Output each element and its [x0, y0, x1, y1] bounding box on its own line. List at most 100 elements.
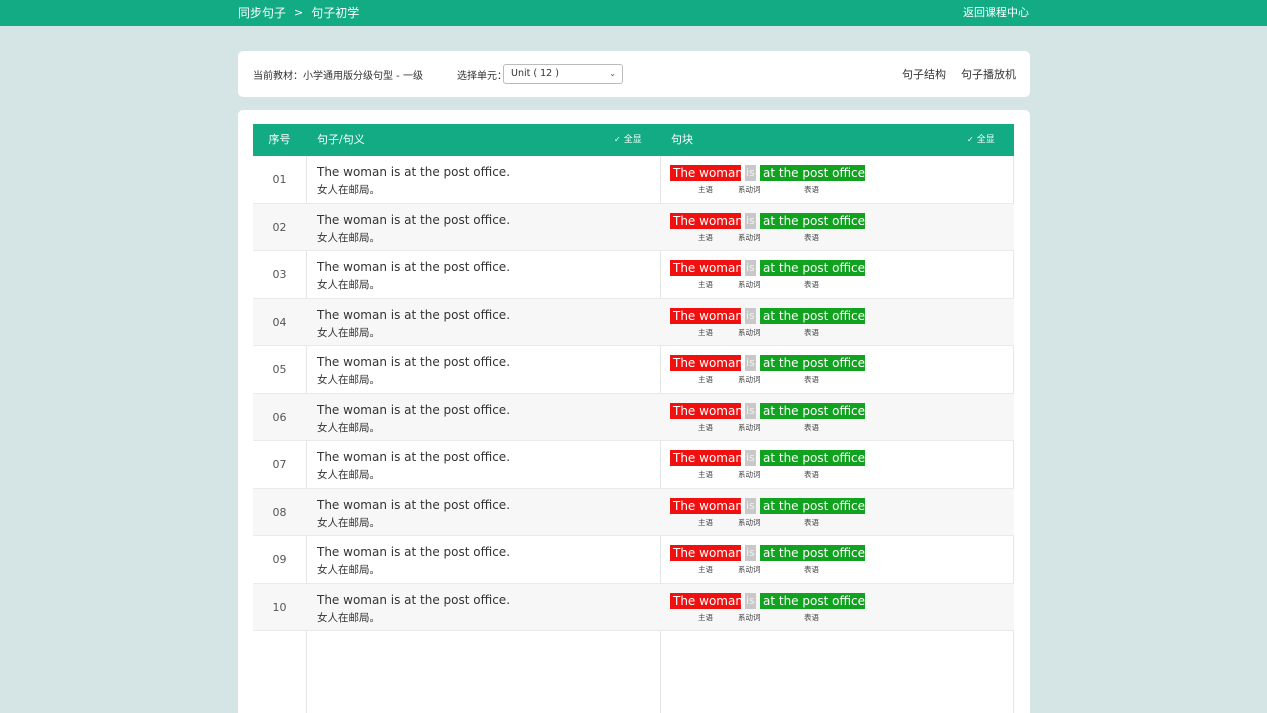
tag-subject: 主语 [698, 517, 713, 527]
tag-linking-verb: 系动词 [738, 327, 761, 337]
chunk-predicative[interactable]: at the post office. [760, 450, 869, 466]
table-row: 06 The woman is at the post office. 女人在邮局。… [253, 393, 1014, 441]
table-row: 08 The woman is at the post office. 女人在邮局。… [253, 488, 1014, 536]
unit-select-value: Unit ( 12 ) [511, 68, 559, 79]
chunk-predicative[interactable]: at the post office. [760, 165, 869, 181]
tag-predicative: 表语 [804, 327, 819, 337]
row-number: 10 [272, 600, 287, 614]
chunk-predicative[interactable]: at the post office. [760, 402, 869, 419]
chunk-subject[interactable]: The woman [670, 402, 743, 419]
table-row: 04 The woman is at the post office. 女人在邮局。… [253, 298, 1014, 346]
chunk-linking-verb[interactable]: is [745, 592, 756, 609]
table-row: 05 The woman is at the post office. 女人在邮局。… [253, 346, 1014, 394]
tag-subject: 主语 [698, 327, 713, 337]
chunk-predicative[interactable]: at the post office. [760, 212, 869, 229]
tag-subject: 主语 [698, 280, 713, 289]
sentence-chinese: 女人在邮局。 [317, 421, 380, 434]
sentence-english[interactable]: The woman is at the post office. [317, 165, 510, 179]
tag-predicative: 表语 [804, 375, 819, 384]
row-number: 02 [272, 220, 287, 234]
row-number: 04 [272, 315, 287, 329]
sentence-english[interactable]: The woman is at the post office. [317, 260, 510, 274]
sentence-english[interactable]: The woman is at the post office. [317, 450, 510, 464]
sentence-chinese: 女人在邮局。 [317, 326, 380, 339]
table-header: 序号 句子/句义 ✓ 全显 句块 ✓ 全显 [253, 124, 1014, 156]
table-row: 03 The woman is at the post office. 女人在邮局。… [253, 251, 1014, 299]
chunk-linking-verb[interactable]: is [745, 402, 756, 419]
textbook-label: 当前教材： [253, 71, 303, 82]
chunk-linking-verb[interactable]: is [745, 307, 756, 324]
tag-predicative: 表语 [804, 422, 819, 432]
chunk-subject[interactable]: The woman [670, 165, 743, 181]
breadcrumb-current: 句子初学 [311, 6, 360, 20]
chunk-predicative[interactable]: at the post office. [760, 260, 869, 276]
sentence-table: 序号 句子/句义 ✓ 全显 句块 ✓ 全显 01 The woman is at th… [253, 124, 1014, 713]
sentence-english[interactable]: The woman is at the post office. [317, 355, 510, 369]
sentence-table-card: 序号 句子/句义 ✓ 全显 句块 ✓ 全显 01 The woman is at th… [238, 110, 1030, 713]
tag-linking-verb: 系动词 [738, 612, 761, 622]
chunk-show-all-toggle[interactable]: ✓ 全显 [967, 124, 995, 156]
tag-subject: 主语 [698, 422, 713, 432]
unit-select[interactable]: Unit ( 12 ) ⌄ [503, 64, 623, 84]
breadcrumb: 同步句子 > 句子初学 [238, 0, 359, 26]
filter-bar: 当前教材： 小学通用版分级句型 - 一级 选择单元： Unit ( 12 ) ⌄… [238, 51, 1030, 97]
tag-predicative: 表语 [804, 565, 819, 574]
table-row: 10 The woman is at the post office. 女人在邮局。… [253, 583, 1014, 631]
sentence-english[interactable]: The woman is at the post office. [317, 498, 510, 512]
sentence-chinese: 女人在邮局。 [317, 279, 380, 291]
chunk-linking-verb[interactable]: is [745, 450, 756, 466]
table-row: 02 The woman is at the post office. 女人在邮局。… [253, 203, 1014, 251]
sentence-english[interactable]: The woman is at the post office. [317, 213, 510, 227]
table-row: 07 The woman is at the post office. 女人在邮局。… [253, 441, 1014, 489]
row-number: 01 [272, 173, 287, 186]
sentence-show-all-toggle[interactable]: ✓ 全显 [614, 124, 642, 156]
chunk-subject[interactable]: The woman [670, 497, 743, 514]
chunk-linking-verb[interactable]: is [745, 545, 756, 561]
check-icon: ✓ [967, 135, 974, 144]
chunk-subject[interactable]: The woman [670, 545, 743, 561]
chunk-predicative[interactable]: at the post office. [760, 497, 869, 514]
tag-linking-verb: 系动词 [738, 470, 761, 479]
tag-linking-verb: 系动词 [738, 517, 761, 527]
tag-subject: 主语 [698, 612, 713, 622]
chevron-down-icon: ⌄ [609, 69, 616, 78]
tag-predicative: 表语 [804, 517, 819, 527]
sentence-chinese: 女人在邮局。 [317, 516, 380, 529]
sentence-structure-link[interactable]: 句子结构 [902, 66, 946, 82]
chunk-predicative[interactable]: at the post office. [760, 592, 869, 609]
chunk-linking-verb[interactable]: is [745, 212, 756, 229]
chunk-linking-verb[interactable]: is [745, 165, 756, 181]
tag-subject: 主语 [698, 470, 713, 479]
back-to-course-center-link[interactable]: 返回课程中心 [963, 0, 1029, 26]
tag-predicative: 表语 [804, 232, 819, 242]
tag-subject: 主语 [698, 565, 713, 574]
chunk-subject[interactable]: The woman [670, 260, 743, 276]
chunk-subject[interactable]: The woman [670, 307, 743, 324]
tag-subject: 主语 [698, 185, 713, 194]
chunk-subject[interactable]: The woman [670, 450, 743, 466]
check-icon: ✓ [614, 135, 621, 144]
sentence-chinese: 女人在邮局。 [317, 469, 380, 481]
chunk-linking-verb[interactable]: is [745, 497, 756, 514]
header-seq: 序号 [268, 133, 291, 146]
tag-subject: 主语 [698, 375, 713, 384]
tag-predicative: 表语 [804, 280, 819, 289]
header-sentence: 句子/句义 [317, 133, 365, 146]
chunk-linking-verb[interactable]: is [745, 260, 756, 276]
chunk-linking-verb[interactable]: is [745, 355, 756, 371]
chunk-predicative[interactable]: at the post office. [760, 307, 869, 324]
breadcrumb-root[interactable]: 同步句子 [238, 0, 286, 26]
top-nav-bar: 同步句子 > 句子初学 返回课程中心 [0, 0, 1267, 26]
chunk-subject[interactable]: The woman [670, 355, 743, 371]
chunk-subject[interactable]: The woman [670, 592, 743, 609]
chunk-subject[interactable]: The woman [670, 212, 743, 229]
sentence-english[interactable]: The woman is at the post office. [317, 308, 510, 322]
sentence-english[interactable]: The woman is at the post office. [317, 545, 510, 559]
sentence-player-link[interactable]: 句子播放机 [961, 66, 1016, 82]
tag-predicative: 表语 [804, 612, 819, 622]
chunk-predicative[interactable]: at the post office. [760, 355, 869, 371]
sentence-english[interactable]: The woman is at the post office. [317, 593, 510, 607]
show-all-label: 全显 [623, 135, 642, 145]
sentence-english[interactable]: The woman is at the post office. [317, 403, 510, 417]
chunk-predicative[interactable]: at the post office. [760, 545, 869, 561]
